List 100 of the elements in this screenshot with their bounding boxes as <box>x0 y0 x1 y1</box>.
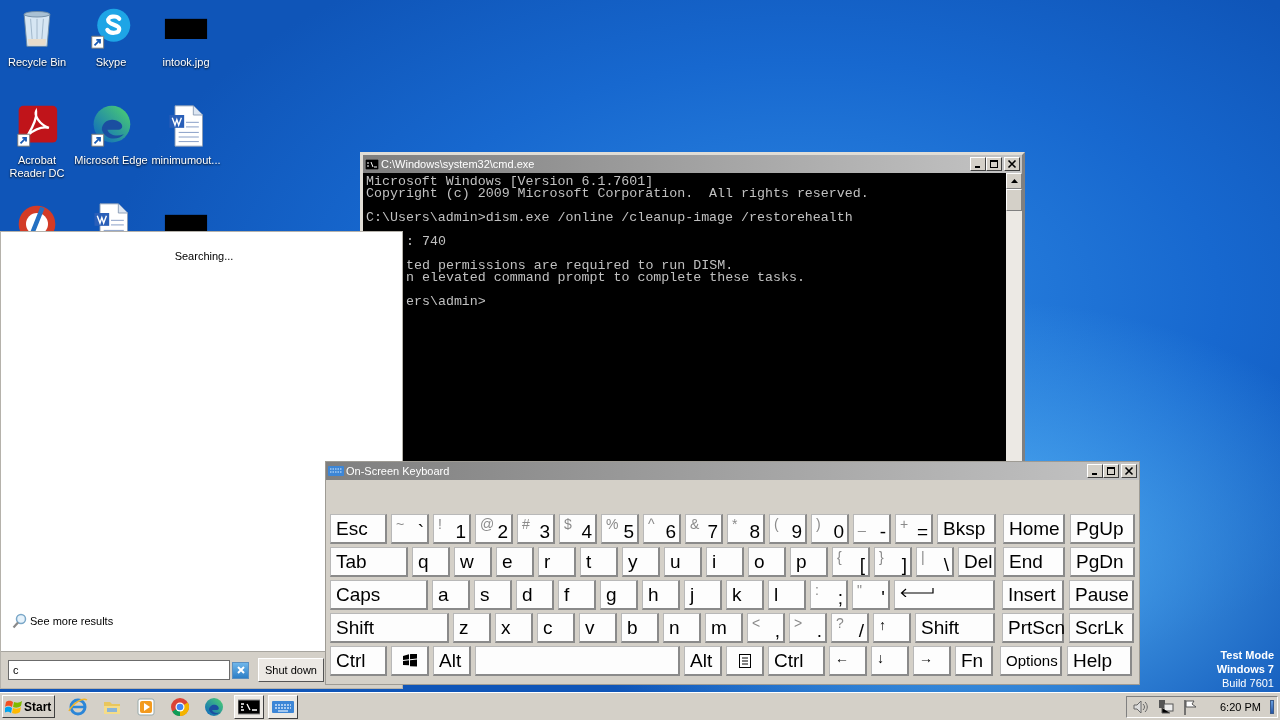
close-button[interactable] <box>1121 464 1137 478</box>
keyboard-key[interactable]: Home <box>1003 514 1065 544</box>
flag-icon[interactable] <box>1183 698 1199 715</box>
keyboard-key[interactable]: k <box>726 580 764 610</box>
icon-label[interactable]: Skype <box>95 56 127 69</box>
shut-down-button[interactable]: Shut down <box>258 658 324 682</box>
start-button[interactable]: Start <box>2 695 55 718</box>
keyboard-key[interactable]: Pause <box>1069 580 1134 610</box>
scroll-up-button[interactable] <box>1006 173 1022 189</box>
keyboard-key[interactable]: PgUp <box>1070 514 1135 544</box>
keyboard-key[interactable]: $ 4 <box>559 514 597 544</box>
keyboard-key[interactable]: ← <box>829 646 867 676</box>
clear-search-button[interactable] <box>232 661 249 679</box>
keyboard-key[interactable]: z <box>453 613 491 643</box>
icon-label[interactable]: intook.jpg <box>162 56 210 69</box>
keyboard-key[interactable]: i <box>706 547 744 577</box>
maximize-button[interactable] <box>1103 464 1119 478</box>
keyboard-key[interactable]: o <box>748 547 786 577</box>
keyboard-key[interactable]: x <box>495 613 533 643</box>
keyboard-key[interactable]: f <box>558 580 596 610</box>
taskbar-window-button[interactable] <box>268 694 298 719</box>
keyboard-key[interactable]: l <box>768 580 806 610</box>
keyboard-key[interactable]: u <box>664 547 702 577</box>
keyboard-key[interactable]: Del <box>958 547 996 577</box>
taskbar-window-button[interactable] <box>234 694 264 719</box>
keyboard-key[interactable]: a <box>432 580 470 610</box>
keyboard-key[interactable]: Shift <box>915 613 995 643</box>
keyboard-key[interactable]: Tab <box>330 547 408 577</box>
network-icon[interactable] <box>1158 698 1174 715</box>
keyboard-key[interactable]: Insert <box>1002 580 1064 610</box>
keyboard-key[interactable]: % 5 <box>601 514 639 544</box>
icon-label[interactable]: minimumout... <box>151 154 221 167</box>
keyboard-key[interactable]: g <box>600 580 638 610</box>
keyboard-key[interactable]: → <box>913 646 951 676</box>
keyboard-key[interactable]: b <box>621 613 659 643</box>
keyboard-key[interactable]: } ] <box>874 547 912 577</box>
keyboard-key[interactable]: Bksp <box>937 514 996 544</box>
maximize-button[interactable] <box>986 157 1002 171</box>
keyboard-key[interactable]: # 3 <box>517 514 555 544</box>
keyboard-key[interactable]: y <box>622 547 660 577</box>
keyboard-key[interactable]: ( 9 <box>769 514 807 544</box>
keyboard-key[interactable]: + = <box>895 514 933 544</box>
see-more-link[interactable]: See more results <box>30 615 114 627</box>
keyboard-key[interactable]: ScrLk <box>1069 613 1134 643</box>
scroll-thumb[interactable] <box>1006 189 1022 211</box>
keyboard-key[interactable]: c <box>537 613 575 643</box>
keyboard-key[interactable]: Ctrl <box>768 646 825 676</box>
keyboard-key[interactable]: m <box>705 613 743 643</box>
keyboard-key[interactable]: r <box>538 547 576 577</box>
keyboard-key[interactable]: j <box>684 580 722 610</box>
keyboard-key[interactable]: @ 2 <box>475 514 513 544</box>
keyboard-key[interactable]: ↑ <box>873 613 911 643</box>
keyboard-key[interactable]: ^ 6 <box>643 514 681 544</box>
keyboard-key[interactable] <box>726 646 764 676</box>
keyboard-key[interactable]: Alt <box>684 646 722 676</box>
browser-icon[interactable] <box>89 104 133 148</box>
keyboard-key[interactable]: | \ <box>916 547 954 577</box>
keyboard-key[interactable]: t <box>580 547 618 577</box>
keyboard-key[interactable]: ~ ` <box>391 514 429 544</box>
keyboard-key[interactable]: End <box>1003 547 1065 577</box>
keyboard-key[interactable]: ? / <box>831 613 869 643</box>
keyboard-key[interactable]: Alt <box>433 646 471 676</box>
keyboard-key[interactable]: PgDn <box>1070 547 1135 577</box>
keyboard-key[interactable]: e <box>496 547 534 577</box>
keyboard-key[interactable]: < , <box>747 613 785 643</box>
keyboard-key[interactable]: q <box>412 547 450 577</box>
keyboard-key[interactable]: Ctrl <box>330 646 387 676</box>
icon-label[interactable]: Microsoft Edge <box>74 154 148 167</box>
clock[interactable]: 6:20 PM <box>1220 700 1261 713</box>
keyboard-key[interactable]: Esc <box>330 514 387 544</box>
speaker-icon[interactable] <box>1133 699 1149 714</box>
minimize-button[interactable] <box>970 157 986 171</box>
close-button[interactable] <box>1004 157 1020 171</box>
keyboard-key[interactable]: Fn <box>955 646 993 676</box>
search-field[interactable]: c <box>8 660 230 680</box>
keyboard-key[interactable]: ) 0 <box>811 514 849 544</box>
keyboard-key[interactable]: " ' <box>852 580 890 610</box>
icon-label[interactable]: Acrobat Reader DC <box>7 154 67 180</box>
keyboard-key[interactable]: n <box>663 613 701 643</box>
keyboard-key[interactable]: p <box>790 547 828 577</box>
keyboard-key[interactable]: : ; <box>810 580 848 610</box>
keyboard-key[interactable]: * 8 <box>727 514 765 544</box>
keyboard-key[interactable]: ! 1 <box>433 514 471 544</box>
keyboard-key[interactable]: Options <box>1000 646 1062 676</box>
minimize-button[interactable] <box>1087 464 1103 478</box>
keyboard-key[interactable]: Caps <box>330 580 428 610</box>
keyboard-key[interactable]: Help <box>1067 646 1132 676</box>
keyboard-key[interactable]: _ - <box>853 514 891 544</box>
keyboard-key[interactable]: h <box>642 580 680 610</box>
keyboard-key[interactable]: ↓ <box>871 646 909 676</box>
keyboard-key[interactable]: PrtScn <box>1002 613 1064 643</box>
keyboard-key[interactable]: Shift <box>330 613 449 643</box>
keyboard-key[interactable]: d <box>516 580 554 610</box>
keyboard-key[interactable]: s <box>474 580 512 610</box>
keyboard-key[interactable]: > . <box>789 613 827 643</box>
keyboard-key[interactable]: { [ <box>832 547 870 577</box>
icon-label[interactable]: Recycle Bin <box>7 56 67 69</box>
keyboard-key[interactable]: w <box>454 547 492 577</box>
chat-bubble-icon[interactable] <box>89 6 133 50</box>
pdf-app-icon[interactable] <box>15 104 59 148</box>
